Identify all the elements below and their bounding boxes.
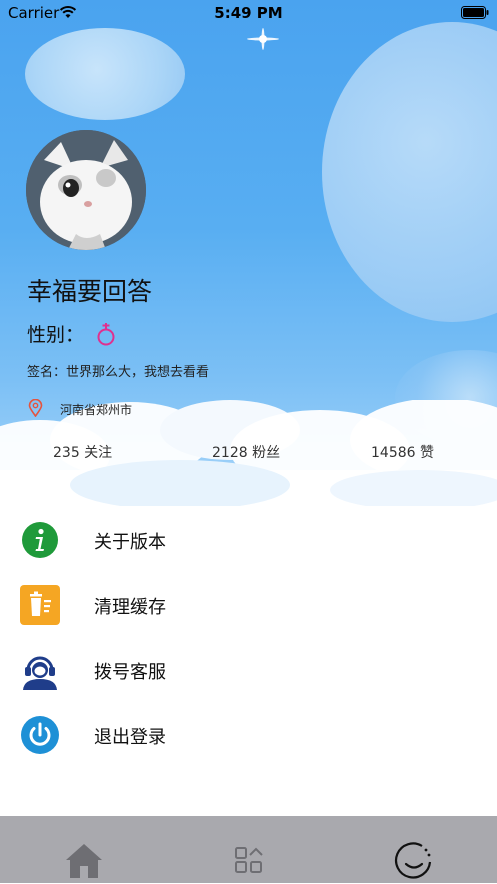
menu-item-logout[interactable]: 退出登录 bbox=[0, 701, 497, 766]
menu-label: 清理缓存 bbox=[94, 597, 166, 618]
avatar[interactable] bbox=[26, 130, 146, 250]
moon-decoration-large bbox=[322, 22, 497, 322]
clock: 5:49 PM bbox=[214, 4, 283, 22]
likes-count[interactable]: 14586 赞 bbox=[371, 442, 434, 462]
info-icon bbox=[22, 522, 58, 558]
power-icon bbox=[21, 716, 59, 754]
menu-label: 退出登录 bbox=[94, 727, 166, 748]
trash-icon bbox=[20, 585, 60, 625]
status-bar: Carrier 5:49 PM bbox=[0, 0, 497, 26]
female-symbol-icon bbox=[97, 323, 115, 346]
location-pin-icon bbox=[28, 399, 43, 417]
tab-category[interactable] bbox=[228, 840, 272, 880]
username: 幸福要回答 bbox=[27, 277, 153, 306]
gender-label: 性别： bbox=[27, 324, 85, 346]
profile-header: Carrier 5:49 PM 幸福要回答 性别： 签名：世界那么大，我想去看看… bbox=[0, 0, 497, 506]
cat-avatar-image bbox=[26, 130, 146, 250]
stats-row: 235 关注 2128 粉丝 14586 赞 bbox=[0, 442, 497, 464]
menu-item-clear-cache[interactable]: 清理缓存 bbox=[0, 571, 497, 636]
sparkle-decoration bbox=[247, 28, 279, 50]
signature-text: 签名：世界那么大，我想去看看 bbox=[27, 365, 210, 380]
location-text: 河南省郑州市 bbox=[60, 403, 133, 417]
profile-tab-icon bbox=[395, 842, 432, 879]
menu-item-customer-service[interactable]: 拨号客服 bbox=[0, 636, 497, 701]
category-icon bbox=[235, 847, 263, 873]
follow-count[interactable]: 235 关注 bbox=[53, 442, 112, 462]
moon-decoration-small bbox=[25, 28, 185, 120]
home-icon bbox=[66, 844, 102, 878]
menu-item-about-version[interactable]: 关于版本 bbox=[0, 506, 497, 571]
customer-service-icon bbox=[23, 656, 57, 690]
tab-home[interactable] bbox=[62, 840, 106, 880]
tab-bar bbox=[0, 816, 497, 883]
battery-icon bbox=[461, 6, 489, 19]
fans-count[interactable]: 2128 粉丝 bbox=[212, 442, 280, 462]
menu-label: 关于版本 bbox=[94, 532, 166, 553]
menu-label: 拨号客服 bbox=[94, 662, 166, 683]
tab-profile[interactable] bbox=[392, 840, 436, 880]
